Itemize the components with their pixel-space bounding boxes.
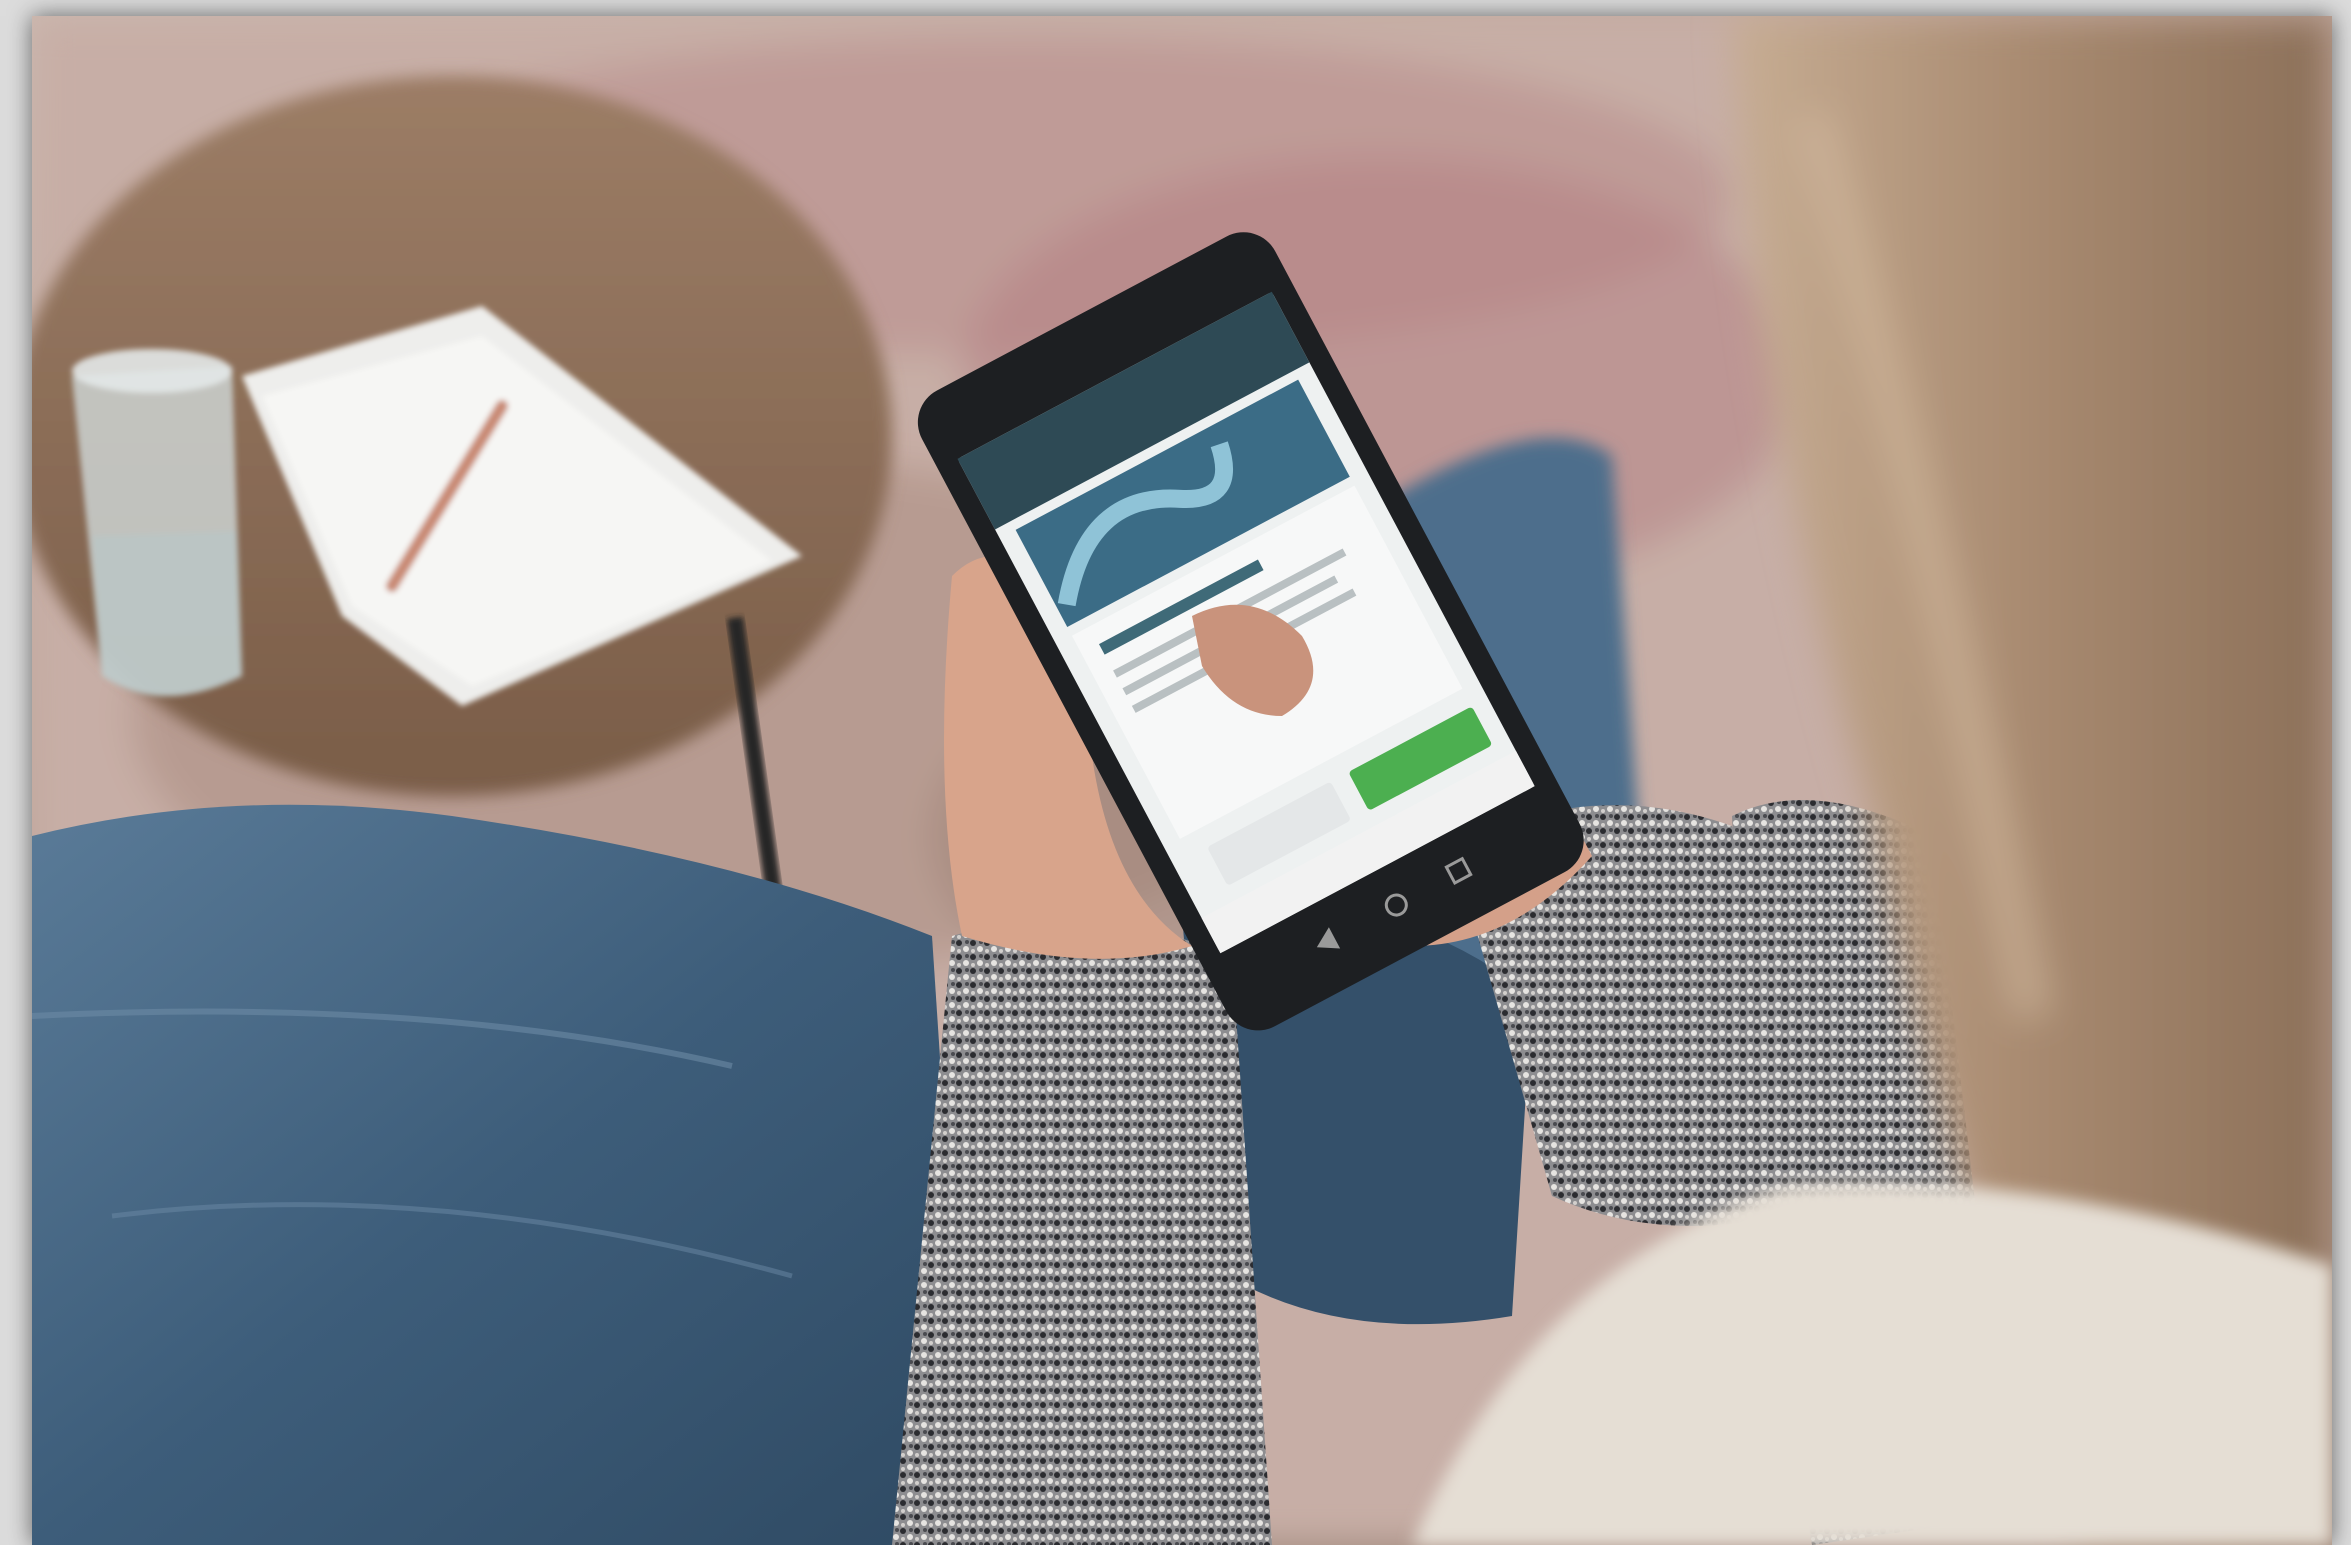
photo-illustration [32, 16, 2332, 1545]
photograph [32, 16, 2332, 1545]
photo-frame [0, 0, 2351, 1545]
